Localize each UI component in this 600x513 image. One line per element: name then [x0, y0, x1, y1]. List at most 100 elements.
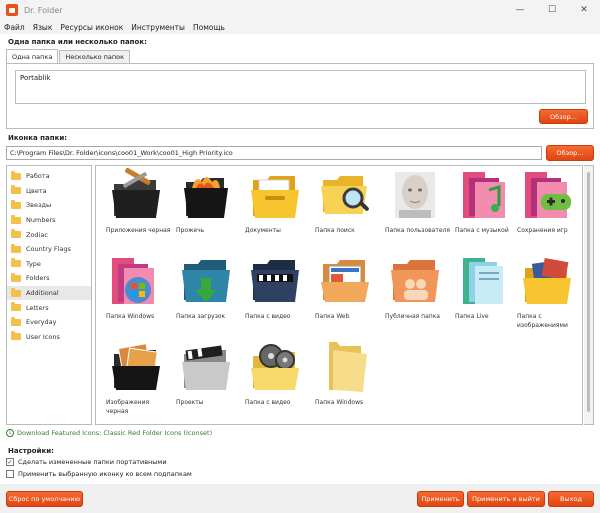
icon-cell[interactable]: Папка с изображениями — [512, 252, 582, 337]
icon-label: Папка с видео — [245, 313, 291, 320]
plain-folder-icon — [329, 342, 367, 392]
icon-path-input[interactable]: C:\Program Files\Dr. Folder\icons\coo01_… — [6, 146, 542, 160]
folder-path-textarea[interactable]: Portablik — [15, 70, 586, 104]
public-folder-icon — [391, 260, 439, 302]
folders-section-label: Одна папка или несколько папок: — [8, 38, 147, 46]
close-button[interactable]: ✕ — [568, 0, 600, 20]
icon-label: Публичная папка — [385, 313, 440, 320]
folder-icon — [11, 316, 21, 326]
menu-file[interactable]: Файл — [0, 23, 29, 32]
icon-label: Документы — [245, 227, 281, 234]
icon-cell[interactable]: Папка Web — [310, 252, 380, 337]
icon-cell[interactable]: Папка Windows — [310, 338, 380, 423]
icon-label: Сохранения игр — [517, 227, 568, 234]
tools-folder-icon — [112, 168, 160, 218]
category-item-selected[interactable]: Additional — [7, 285, 91, 301]
icon-label: Папка поиск — [315, 227, 355, 234]
pictures-folder-icon — [523, 258, 571, 304]
tab-multiple-folders[interactable]: Несколько папок — [59, 50, 131, 63]
subfolders-checkbox[interactable] — [6, 470, 14, 478]
folder-icon — [11, 287, 21, 297]
category-list: Работа Цвета Звезды Numbers Zodiac Count… — [6, 165, 92, 425]
menu-help[interactable]: Помощь — [189, 23, 229, 32]
games-folder-icon — [525, 172, 571, 218]
icon-cell[interactable]: Проекты — [171, 338, 241, 423]
icon-label: Папка с видео — [245, 399, 291, 406]
projects-folder-icon — [182, 345, 230, 390]
icon-label: Изображения черная — [106, 399, 150, 415]
folder-browse-button[interactable]: Обзор... — [539, 109, 588, 124]
video-folder-icon — [251, 260, 299, 302]
apply-button[interactable]: Применить — [417, 491, 464, 507]
icon-cell[interactable]: Публичная папка — [380, 252, 450, 337]
live-folder-icon — [463, 258, 503, 304]
icon-cell[interactable]: Папка пользователя — [380, 166, 450, 251]
maximize-button[interactable]: ☐ — [536, 0, 568, 20]
icon-label: Папка с изображениями — [517, 313, 568, 329]
scrollbar-thumb[interactable] — [587, 172, 590, 412]
folder-icon — [11, 331, 21, 341]
category-item[interactable]: User Icons — [7, 330, 91, 345]
menu-tools[interactable]: Инструменты — [127, 23, 189, 32]
reset-defaults-button[interactable]: Сброс по умолчанию — [6, 491, 83, 507]
exit-button[interactable]: Выход — [548, 491, 594, 507]
category-item[interactable]: Звезды — [7, 198, 91, 213]
icon-cell[interactable]: Папка Windows — [101, 252, 171, 337]
category-item[interactable]: Цвета — [7, 184, 91, 199]
icon-label: Папка Live — [455, 313, 489, 320]
category-item[interactable]: Folders — [7, 271, 91, 286]
category-item[interactable]: Numbers — [7, 213, 91, 228]
folder-icon — [11, 170, 21, 180]
folder-icon — [11, 229, 21, 239]
menu-language[interactable]: Язык — [29, 23, 57, 32]
download-featured-link[interactable]: ↓ Download Featured Icons: Classic Red F… — [6, 429, 212, 437]
icon-label: Папка Web — [315, 313, 350, 320]
icon-cell[interactable]: Папка Live — [450, 252, 520, 337]
folder-tab-panel: Portablik Обзор... — [6, 63, 594, 129]
icon-cell[interactable]: Прожечь — [171, 166, 241, 251]
icon-label: Папка загрузок — [176, 313, 226, 320]
downloads-folder-icon — [182, 260, 230, 302]
icon-browse-button[interactable]: Обзор... — [546, 145, 594, 161]
portable-option[interactable]: ✓ Сделать измененные папки портативными — [6, 458, 167, 466]
category-item[interactable]: Letters — [7, 300, 91, 315]
icon-cell[interactable]: Папка с видео — [240, 252, 310, 337]
icon-cell[interactable]: Папка с видео — [240, 338, 310, 423]
icon-cell[interactable]: Папка с музыкой — [450, 166, 520, 251]
icon-cell[interactable]: Изображения черная — [101, 338, 171, 423]
icon-label: Папка Windows — [106, 313, 155, 320]
category-item[interactable]: Everyday — [7, 315, 91, 330]
icon-label: Проекты — [176, 399, 204, 406]
search-folder-icon — [321, 176, 369, 214]
icon-cell[interactable]: Приложения черная — [101, 166, 171, 251]
portable-checkbox[interactable]: ✓ — [6, 458, 14, 466]
category-item[interactable]: Работа — [7, 169, 91, 184]
icon-cell[interactable]: Папка поиск — [310, 166, 380, 251]
subfolders-option[interactable]: Применить выбранную иконку ко всем подпа… — [6, 470, 192, 478]
folder-tabs: Одна папка Несколько папок — [6, 49, 131, 63]
documents-folder-icon — [251, 176, 299, 218]
icon-grid-scrollbar[interactable] — [584, 165, 594, 425]
icon-label: Прожечь — [176, 227, 205, 234]
folder-icon — [11, 199, 21, 209]
category-item[interactable]: Type — [7, 257, 91, 272]
menu-icon-resources[interactable]: Ресурсы иконок — [56, 23, 127, 32]
folder-icon — [11, 185, 21, 195]
tab-single-folder[interactable]: Одна папка — [6, 49, 59, 63]
icon-cell[interactable]: Документы — [240, 166, 310, 251]
window-title: Dr. Folder — [24, 5, 63, 15]
category-item[interactable]: Zodiac — [7, 227, 91, 242]
subfolders-option-label: Применить выбранную иконку ко всем подпа… — [18, 470, 192, 478]
icon-cell[interactable]: Сохранения игр — [512, 166, 582, 251]
category-item[interactable]: Country Flags — [7, 242, 91, 257]
film-reel-folder-icon — [251, 344, 299, 390]
burn-folder-icon — [184, 177, 228, 218]
icon-cell[interactable]: Папка загрузок — [171, 252, 241, 337]
folder-icon — [11, 272, 21, 282]
folder-icon — [11, 243, 21, 253]
apply-and-exit-button[interactable]: Применить и выйти — [467, 491, 545, 507]
settings-label: Настройки: — [8, 447, 54, 455]
icon-grid: Приложения черная Прожечь Документы Папк… — [95, 165, 583, 425]
icon-label: Папка с музыкой — [455, 227, 509, 234]
minimize-button[interactable]: — — [504, 0, 536, 20]
